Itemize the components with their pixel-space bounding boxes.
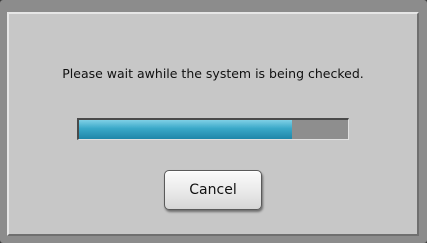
progress-dialog: Please wait awhile the system is being c…	[7, 12, 419, 236]
cancel-button[interactable]: Cancel	[164, 170, 262, 210]
progress-bar	[77, 118, 349, 140]
progress-bar-fill	[79, 120, 292, 139]
status-message: Please wait awhile the system is being c…	[62, 66, 364, 81]
dialog-frame: Please wait awhile the system is being c…	[0, 0, 427, 243]
